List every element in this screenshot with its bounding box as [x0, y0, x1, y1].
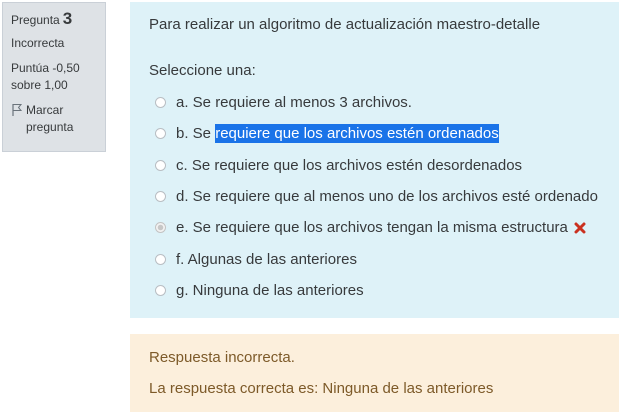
grade-line-2: sobre 1,00 [11, 78, 68, 92]
radio-button[interactable] [155, 159, 166, 171]
radio-button-selected[interactable] [155, 222, 166, 234]
feedback-result: Respuesta incorrecta. [149, 349, 295, 366]
answer-label: b. Se requiere que los archivos estén or… [176, 124, 499, 144]
answer-label: e. Se requiere que los archivos tengan l… [176, 219, 568, 237]
radio-button[interactable] [155, 191, 166, 203]
flag-icon [12, 104, 23, 116]
grade-line-1: Puntúa -0,50 [11, 61, 80, 75]
answer-label: g. Ninguna de las anteriores [176, 281, 364, 299]
radio-button[interactable] [155, 97, 166, 109]
answer-option-a[interactable]: a. Se requiere al menos 3 archivos. [155, 87, 598, 118]
flag-question-link[interactable]: Marcar pregunta [11, 102, 97, 136]
question-state: Incorrecta [11, 36, 65, 50]
feedback-correct-answer: La respuesta correcta es: Ninguna de las… [149, 380, 494, 397]
answer-option-e[interactable]: e. Se requiere que los archivos tengan l… [155, 212, 598, 243]
selected-text-highlight: requiere que los archivos estén ordenado… [215, 124, 499, 144]
answer-label: f. Algunas de las anteriores [176, 250, 357, 268]
question-info-panel: Pregunta 3 Incorrecta Puntúa -0,50 sobre … [2, 2, 106, 152]
close-x-icon [574, 222, 586, 234]
answer-prompt: Seleccione una: [149, 62, 256, 79]
answer-option-f[interactable]: f. Algunas de las anteriores [155, 243, 598, 274]
radio-button[interactable] [155, 253, 166, 265]
answer-label: d. Se requiere que al menos uno de los a… [176, 188, 598, 206]
answer-option-d[interactable]: d. Se requiere que al menos uno de los a… [155, 181, 598, 212]
radio-button[interactable] [155, 128, 166, 140]
radio-button[interactable] [155, 284, 166, 296]
question-label: Pregunta [11, 13, 60, 27]
answer-option-c[interactable]: c. Se requiere que los archivos estén de… [155, 150, 598, 181]
flag-label-line-2: pregunta [26, 120, 74, 134]
question-text: Para realizar un algoritmo de actualizac… [149, 16, 541, 33]
answer-label: c. Se requiere que los archivos estén de… [176, 156, 523, 174]
answer-label: a. Se requiere al menos 3 archivos. [176, 94, 412, 112]
feedback-panel: Respuesta incorrecta. La respuesta corre… [130, 334, 619, 412]
flag-label-line-1: Marcar [26, 103, 64, 117]
answer-option-b[interactable]: b. Se requiere que los archivos estén or… [155, 118, 598, 149]
answer-label-prefix: b. Se [176, 125, 216, 143]
answer-option-g[interactable]: g. Ninguna de las anteriores [155, 275, 598, 306]
question-number-row: Pregunta 3 [11, 10, 97, 29]
answer-list: a. Se requiere al menos 3 archivos. b. S… [155, 87, 598, 306]
question-formulation: Para realizar un algoritmo de actualizac… [130, 2, 619, 318]
question-grade: Puntúa -0,50 sobre 1,00 [11, 60, 97, 94]
question-number: 3 [62, 9, 73, 28]
